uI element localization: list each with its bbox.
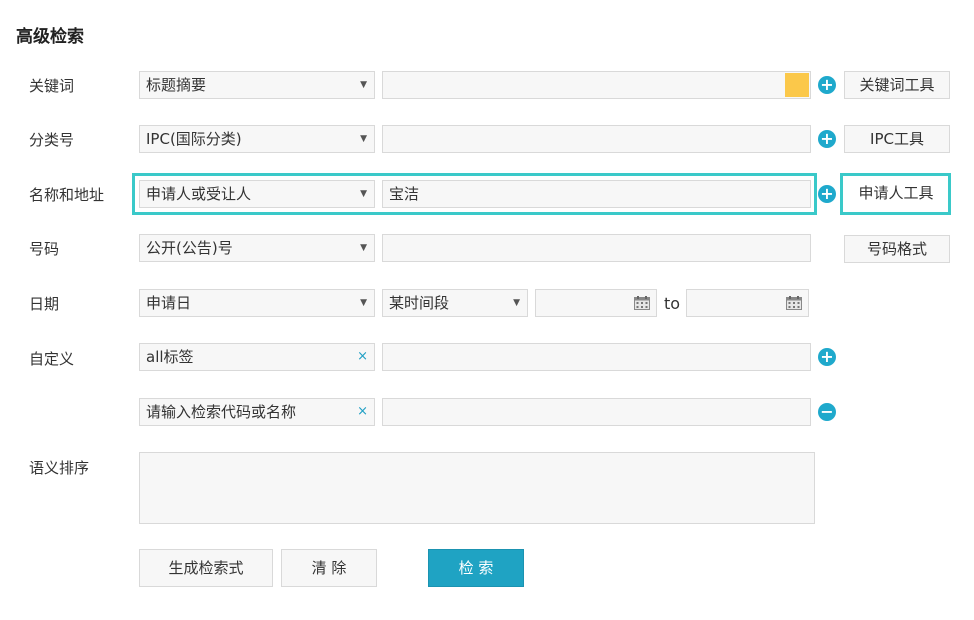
- classification-label: 分类号: [29, 131, 75, 149]
- date-to-input[interactable]: [686, 289, 809, 317]
- classification-type-value: IPC(国际分类): [146, 130, 242, 148]
- chevron-down-icon: ▼: [360, 243, 367, 253]
- custom-tag-value: all标签: [146, 348, 194, 366]
- add-classification-row-icon[interactable]: +: [818, 130, 836, 148]
- chevron-down-icon: ▼: [513, 298, 520, 308]
- calendar-icon[interactable]: [786, 296, 802, 310]
- chevron-down-icon: ▼: [360, 189, 367, 199]
- keyword-marker[interactable]: [785, 73, 809, 97]
- number-type-value: 公开(公告)号: [146, 239, 233, 257]
- keyword-field-select[interactable]: 标题摘要 ▼: [139, 71, 375, 99]
- chevron-down-icon: ▼: [360, 134, 367, 144]
- date-type-select[interactable]: 申请日 ▼: [139, 289, 375, 317]
- semantic-label: 语义排序: [29, 459, 90, 477]
- custom-code-input[interactable]: [382, 398, 811, 426]
- clear-icon[interactable]: ×: [357, 344, 368, 370]
- custom-code-placeholder: 请输入检索代码或名称: [146, 403, 297, 421]
- number-input[interactable]: [382, 234, 811, 262]
- clear-button[interactable]: 清 除: [281, 549, 377, 587]
- name-address-label: 名称和地址: [29, 186, 105, 204]
- classification-input[interactable]: [382, 125, 811, 153]
- classification-type-select[interactable]: IPC(国际分类) ▼: [139, 125, 375, 153]
- name-address-type-value: 申请人或受让人: [146, 185, 252, 203]
- date-range-select[interactable]: 某时间段 ▼: [382, 289, 528, 317]
- clear-icon[interactable]: ×: [357, 399, 368, 425]
- name-address-type-select[interactable]: 申请人或受让人 ▼: [139, 180, 375, 208]
- add-name-address-row-icon[interactable]: +: [818, 185, 836, 203]
- number-format-button[interactable]: 号码格式: [844, 235, 950, 263]
- keyword-input[interactable]: [382, 71, 811, 99]
- date-to-text: to: [664, 294, 681, 313]
- name-address-input[interactable]: 宝洁: [382, 180, 811, 208]
- custom-input[interactable]: [382, 343, 811, 371]
- page-title: 高级检索: [16, 27, 84, 47]
- custom-code-field[interactable]: 请输入检索代码或名称 ×: [139, 398, 375, 426]
- date-from-input[interactable]: [535, 289, 657, 317]
- number-label: 号码: [29, 240, 60, 258]
- keyword-label: 关键词: [29, 77, 75, 95]
- generate-query-button[interactable]: 生成检索式: [139, 549, 273, 587]
- chevron-down-icon: ▼: [360, 80, 367, 90]
- date-label: 日期: [29, 295, 60, 313]
- date-type-value: 申请日: [146, 294, 192, 312]
- date-range-value: 某时间段: [389, 294, 450, 312]
- semantic-textarea[interactable]: [139, 452, 815, 524]
- add-custom-row-icon[interactable]: +: [818, 348, 836, 366]
- keyword-tool-button[interactable]: 关键词工具: [844, 71, 950, 99]
- ipc-tool-button[interactable]: IPC工具: [844, 125, 950, 153]
- remove-custom-row-icon[interactable]: −: [818, 403, 836, 421]
- custom-label: 自定义: [29, 350, 75, 368]
- keyword-field-select-value: 标题摘要: [146, 76, 207, 94]
- applicant-tool-button[interactable]: 申请人工具: [844, 180, 948, 208]
- add-keyword-row-icon[interactable]: +: [818, 76, 836, 94]
- search-button[interactable]: 检 索: [428, 549, 524, 587]
- number-type-select[interactable]: 公开(公告)号 ▼: [139, 234, 375, 262]
- chevron-down-icon: ▼: [360, 298, 367, 308]
- custom-tag-field[interactable]: all标签 ×: [139, 343, 375, 371]
- calendar-icon[interactable]: [634, 296, 650, 310]
